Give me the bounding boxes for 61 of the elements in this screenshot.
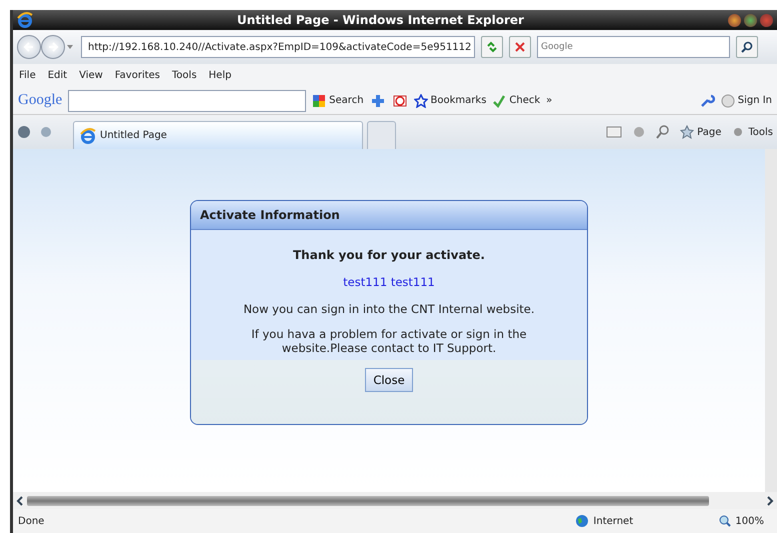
stop-button[interactable] xyxy=(509,36,531,58)
wrench-icon[interactable] xyxy=(698,92,715,108)
menu-item[interactable]: View xyxy=(79,70,103,81)
globe-icon xyxy=(575,514,590,528)
circle-icon xyxy=(720,94,735,108)
dropdown-icon[interactable] xyxy=(65,43,75,51)
star-icon xyxy=(680,125,694,139)
refresh-button[interactable] xyxy=(481,36,503,58)
zoom-button[interactable]: 100% xyxy=(719,515,764,527)
note-text: If you hava a problem for activate or sign in the website.Please contact to IT Support. xyxy=(250,327,528,355)
back-arrow-icon xyxy=(23,41,35,53)
feeds-icon[interactable] xyxy=(606,125,622,139)
search-icon[interactable] xyxy=(656,125,670,139)
popup-blocker-icon[interactable] xyxy=(392,92,408,108)
scroll-right-icon[interactable] xyxy=(765,496,775,506)
forward-arrow-icon xyxy=(47,41,59,53)
google-logo: Google xyxy=(18,92,62,109)
close-button[interactable] xyxy=(760,14,773,26)
menu-item[interactable]: Tools xyxy=(172,70,197,81)
dialog-heading: Thank you for your activate. xyxy=(293,248,485,262)
maximize-button[interactable] xyxy=(744,14,757,26)
tools-menu-button[interactable]: Tools xyxy=(731,125,773,139)
status-text: Done xyxy=(18,516,44,526)
minimize-button[interactable] xyxy=(728,14,741,26)
back-button[interactable] xyxy=(17,35,41,59)
url-text: http://192.168.10.240//Activate.aspx?EmpID=109&activateCode=5e951112 xyxy=(88,42,472,52)
page-menu-button[interactable]: Page xyxy=(680,125,722,139)
close-icon xyxy=(515,42,525,52)
forward-button[interactable] xyxy=(41,35,65,59)
window-title: Untitled Page - Windows Internet Explorer xyxy=(236,13,525,27)
zoom-icon xyxy=(719,515,732,527)
checkmark-icon xyxy=(492,94,506,108)
search-icon xyxy=(741,41,753,53)
spell-check-button[interactable]: Check xyxy=(492,94,540,108)
browser-logo-icon xyxy=(17,12,33,28)
menu-item[interactable]: Edit xyxy=(48,70,68,81)
plus-icon[interactable] xyxy=(370,92,386,108)
bookmarks-button[interactable]: Bookmarks xyxy=(414,94,486,108)
more-button[interactable]: » xyxy=(546,95,552,106)
tab[interactable]: Untitled Page xyxy=(73,121,363,149)
star-icon xyxy=(414,94,428,108)
browser-logo-icon xyxy=(80,128,96,144)
dialog-title: Activate Information xyxy=(191,201,587,230)
menu-item[interactable]: Favorites xyxy=(114,70,160,81)
address-field[interactable]: http://192.168.10.240//Activate.aspx?EmpID=109&activateCode=5e951112 xyxy=(81,36,475,58)
menu-item[interactable]: File xyxy=(19,70,36,81)
search-button[interactable]: Search xyxy=(312,94,364,108)
refresh-icon xyxy=(486,41,498,53)
toolbar-search-field[interactable] xyxy=(68,90,306,112)
tab-label: Untitled Page xyxy=(100,130,167,141)
close-button[interactable]: Close xyxy=(365,368,413,392)
search-button[interactable] xyxy=(736,36,758,58)
zone-text: Internet xyxy=(593,516,634,526)
sign-in-button[interactable]: Sign In xyxy=(720,94,772,108)
message-text: Now you can sign in into the CNT Internal website. xyxy=(243,302,535,316)
search-field[interactable]: Google xyxy=(537,36,730,58)
scroll-left-icon[interactable] xyxy=(15,496,25,506)
menu-item[interactable]: Help xyxy=(208,70,232,81)
colored-squares-icon xyxy=(312,94,326,108)
user-name: test111 test111 xyxy=(343,275,435,289)
scrollbar-thumb[interactable] xyxy=(27,496,709,506)
